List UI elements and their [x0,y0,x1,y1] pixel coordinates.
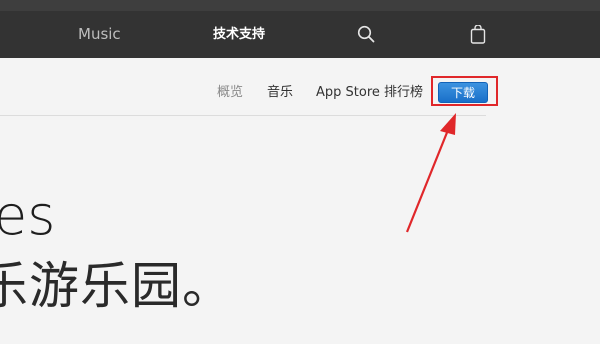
annotation-arrow [405,113,456,233]
